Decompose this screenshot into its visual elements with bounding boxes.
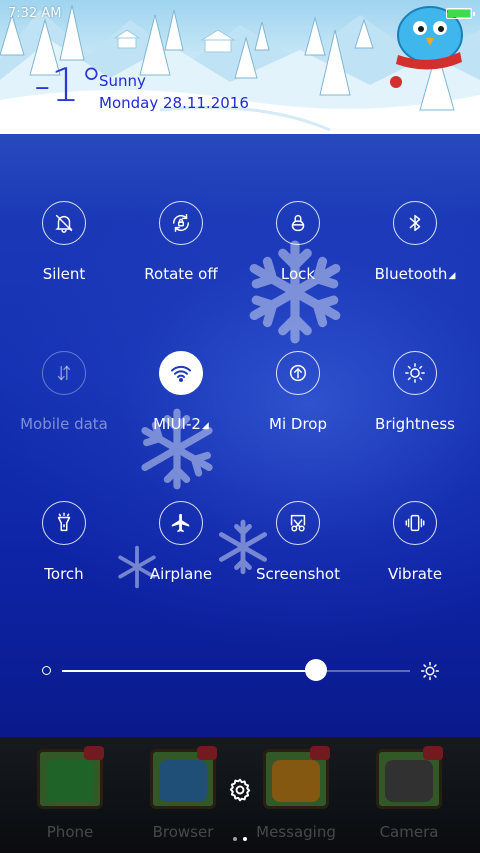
mobile-data-icon	[42, 351, 86, 395]
toggle-label: Rotate off	[144, 265, 218, 283]
toggle-label: Lock	[280, 265, 316, 283]
quick-settings-panel: Silent Rotate off Lock Bluetooth◢ Mobile…	[0, 134, 480, 737]
toggle-rotate[interactable]: Rotate off	[121, 201, 241, 301]
toggle-label: MIUI-2◢	[153, 415, 209, 433]
wifi-icon	[159, 351, 203, 395]
flashlight-icon	[42, 501, 86, 545]
battery-icon	[446, 8, 475, 19]
sun-icon	[393, 351, 437, 395]
toggle-lock[interactable]: Lock	[238, 201, 358, 301]
brightness-fill	[62, 670, 317, 672]
toggle-silent[interactable]: Silent	[4, 201, 124, 301]
toggle-label: Mi Drop	[269, 415, 327, 433]
toggle-label: Mobile data	[20, 415, 108, 433]
toggle-label: Brightness	[375, 415, 455, 433]
weather-header: 7:32 AM -1° Sunny Monday 28.11.2016	[0, 0, 480, 134]
toggle-label: Vibrate	[387, 565, 443, 583]
toggle-mobile-data[interactable]: Mobile data	[4, 351, 124, 451]
vibrate-icon	[393, 501, 437, 545]
toggle-label: Silent	[42, 265, 86, 283]
toggle-label: Bluetooth◢	[374, 265, 456, 283]
toggle-bluetooth[interactable]: Bluetooth◢	[355, 201, 475, 301]
scissors-icon	[276, 501, 320, 545]
mi-drop-icon	[276, 351, 320, 395]
toggle-wifi[interactable]: MIUI-2◢	[121, 351, 241, 451]
lock-icon	[276, 201, 320, 245]
toggle-vibrate[interactable]: Vibrate	[355, 501, 475, 601]
toggle-airplane[interactable]: Airplane	[121, 501, 241, 601]
weather-condition[interactable]: Sunny	[99, 72, 146, 90]
caret-icon: ◢	[448, 271, 456, 281]
toggle-label: Screenshot	[256, 565, 340, 583]
toggle-torch[interactable]: Torch	[4, 501, 124, 601]
home-dock: Phone Browser Messaging Camera	[0, 737, 480, 853]
toggle-mi-drop[interactable]: Mi Drop	[238, 351, 358, 451]
page-indicator	[233, 826, 253, 845]
toggle-screenshot[interactable]: Screenshot	[238, 501, 358, 601]
toggle-label: Airplane	[149, 565, 213, 583]
brightness-high-icon	[420, 661, 440, 681]
temperature[interactable]: -1°	[34, 62, 103, 108]
airplane-icon	[159, 501, 203, 545]
rotate-lock-icon	[159, 201, 203, 245]
brightness-thumb[interactable]	[305, 659, 328, 681]
gear-icon[interactable]	[227, 777, 253, 803]
brightness-low-icon	[42, 666, 51, 675]
bluetooth-icon	[393, 201, 437, 245]
brightness-slider[interactable]	[62, 670, 410, 672]
status-time: 7:32 AM	[8, 6, 62, 21]
bell-off-icon	[42, 201, 86, 245]
weather-date[interactable]: Monday 28.11.2016	[99, 94, 249, 112]
toggle-label: Torch	[44, 565, 84, 583]
toggle-brightness[interactable]: Brightness	[355, 351, 475, 451]
caret-icon: ◢	[201, 421, 209, 431]
